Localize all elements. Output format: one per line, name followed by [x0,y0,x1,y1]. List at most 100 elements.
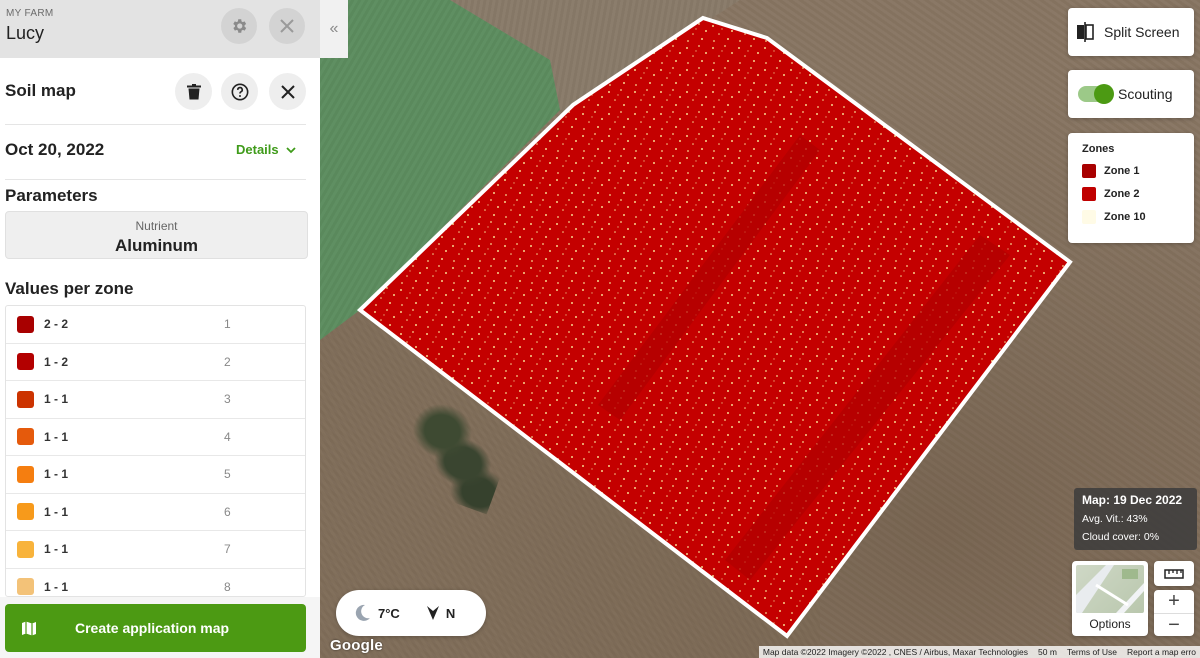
zoom-out-button[interactable]: − [1154,613,1194,636]
close-icon [280,19,294,33]
scouting-label: Scouting [1118,86,1173,102]
avg-vitality: Avg. Vit.: 43% [1082,513,1148,525]
zone-row[interactable]: 1 - 2 2 [6,344,305,381]
zone-row[interactable]: 1 - 1 6 [6,494,305,531]
zone-row[interactable]: 1 - 1 5 [6,456,305,494]
trash-icon [186,83,201,99]
zone-color-swatch [17,428,34,446]
zoom-in-button[interactable]: + [1154,590,1194,613]
zone-row[interactable]: 1 - 1 7 [6,531,305,569]
split-screen-label: Split Screen [1104,24,1180,40]
nutrient-label: Nutrient [135,219,178,233]
zone-color-swatch [17,390,34,408]
legend-item: Zone 1 [1082,164,1180,178]
close-icon [280,84,295,99]
moon-icon [355,604,370,621]
zone-color-swatch [17,353,34,371]
attribution-text: Map data ©2022 Imagery ©2022 , CNES / Ai… [762,647,1029,657]
zone-range: 1 - 1 [44,392,69,407]
legend-swatch [1082,187,1096,201]
scouting-toggle[interactable]: Scouting [1068,70,1194,118]
zone-number: 2 [224,354,231,369]
zone-range: 1 - 1 [44,504,69,519]
chevron-down-icon [286,147,296,154]
zones-table[interactable]: 2 - 211 - 221 - 131 - 141 - 151 - 161 - … [5,305,306,597]
map-attribution: Map data ©2022 Imagery ©2022 , CNES / Ai… [758,646,1200,658]
legend-item: Zone 2 [1082,187,1180,201]
legend-label: Zone 1 [1104,165,1140,177]
help-icon [231,83,248,100]
zone-color-swatch [17,315,34,333]
field-boundary[interactable] [356,15,1073,639]
zone-number: 4 [224,429,231,444]
close-soil-map-button[interactable] [269,73,306,110]
zone-number: 7 [224,542,231,557]
legend-label: Zone 2 [1104,188,1140,200]
map-type-thumbnail [1076,565,1144,613]
create-button-label: Create application map [75,620,230,636]
collapse-panel-button[interactable]: « [320,0,348,58]
help-button[interactable] [221,73,258,110]
split-screen-button[interactable]: Split Screen [1068,8,1194,56]
options-label: Options [1089,617,1131,631]
delete-button[interactable] [175,73,212,110]
create-application-map-button[interactable]: Create application map [5,604,306,652]
zone-range: 2 - 2 [44,317,69,332]
zone-number: 5 [224,467,231,482]
scouting-switch[interactable] [1078,84,1114,104]
zone-row[interactable]: 2 - 2 1 [6,306,305,344]
weather-widget[interactable]: 7°C N [336,590,486,636]
side-panel: MY FARM Lucy Soil map Oct 20, 2022 Detai… [0,0,320,658]
farm-settings-button[interactable] [221,8,257,44]
nutrient-selector[interactable]: Nutrient Aluminum [5,211,308,259]
nutrient-value: Aluminum [114,236,199,255]
map-scale[interactable]: 50 m [1038,647,1057,657]
map-date: Map: 19 Dec 2022 [1082,493,1183,507]
zone-number: 3 [224,392,231,407]
farm-header: MY FARM Lucy [0,0,320,58]
farm-name[interactable]: Lucy [6,23,314,44]
terms-link[interactable]: Terms of Use [1067,647,1117,657]
temperature: 7°C [378,605,400,621]
map-icon [22,621,36,635]
divider [5,179,306,180]
zoom-controls: + − [1154,590,1194,636]
zone-number: 1 [224,317,231,332]
wind-direction: N [445,605,456,621]
map-options-button[interactable]: Options [1072,561,1148,636]
zone-range: 1 - 1 [44,467,69,482]
legend-label: Zone 10 [1104,211,1146,223]
map-info-box: Map: 19 Dec 2022 Avg. Vit.: 43% Cloud co… [1074,488,1197,550]
legend-title: Zones [1082,143,1115,155]
farm-close-button[interactable] [269,8,305,44]
zone-number: 8 [224,579,231,594]
cloud-cover: Cloud cover: 0% [1082,531,1160,543]
legend-item: Zone 10 [1082,210,1180,224]
report-link[interactable]: Report a map erro [1127,647,1196,657]
zone-range: 1 - 1 [44,429,69,444]
zone-range: 1 - 1 [44,542,69,557]
ruler-icon [1164,568,1184,579]
soil-map-date: Oct 20, 2022 [5,140,105,159]
zone-color-swatch [17,540,34,558]
parameters-title: Parameters [5,186,98,205]
legend-swatch [1082,210,1096,224]
divider [5,124,306,125]
zone-range: 1 - 1 [44,579,69,594]
zones-legend: Zones Zone 1 Zone 2 Zone 10 [1068,133,1194,243]
collapse-icon: « [329,20,339,37]
zone-row[interactable]: 1 - 1 3 [6,381,305,419]
google-logo: Google [330,637,383,654]
zone-row[interactable]: 1 - 1 8 [6,569,305,597]
details-toggle[interactable]: Details [236,142,296,157]
farm-label: MY FARM [6,8,54,19]
soil-map-title: Soil map [5,81,76,100]
legend-swatch [1082,164,1096,178]
zone-color-swatch [17,578,34,596]
zone-row[interactable]: 1 - 1 4 [6,419,305,456]
zone-color-swatch [17,465,34,483]
zone-number: 6 [224,504,231,519]
measure-button[interactable] [1154,561,1194,586]
zone-range: 1 - 2 [44,354,69,369]
details-label: Details [236,142,279,157]
